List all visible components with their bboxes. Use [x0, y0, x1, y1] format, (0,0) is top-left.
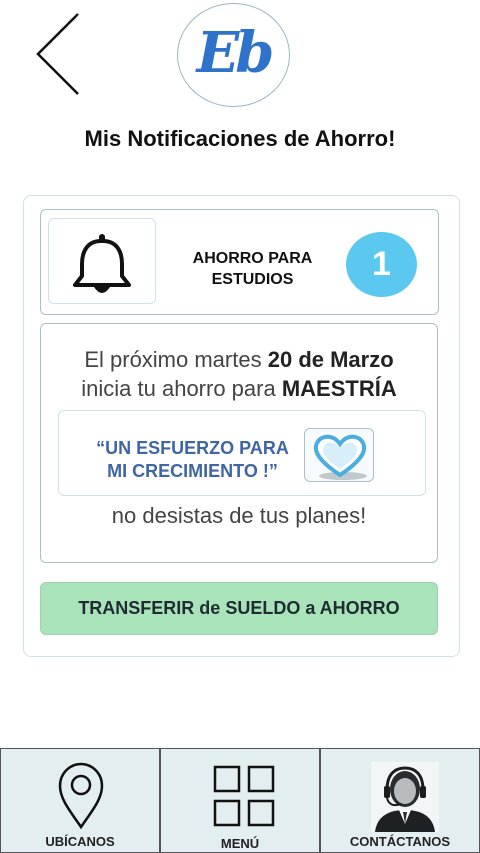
nav-label-ubicanos: UBÍCANOS [45, 834, 115, 849]
brand-logo: Eb [177, 3, 290, 107]
back-button[interactable] [30, 10, 90, 100]
chevron-left-icon [36, 13, 79, 95]
category-line-2: ESTUDIOS [211, 271, 294, 288]
category-line-1: AHORRO PARA [192, 250, 313, 267]
nav-item-contactanos[interactable]: CONTÁCTANOS [320, 748, 480, 853]
nav-label-menu: MENÚ [220, 836, 260, 851]
message-goal-prefix: inicia tu ahorro para [81, 376, 276, 401]
grid-menu-icon [213, 765, 275, 827]
message-line-1: El próximo martes 20 de Marzo [40, 347, 438, 373]
logo-text: Eb [196, 20, 275, 86]
closing-message: no desistas de tus planes! [111, 503, 367, 528]
message-goal: MAESTRÍA [281, 376, 397, 401]
notification-category: AHORRO PARA ESTUDIOS [180, 248, 325, 290]
transfer-salary-to-savings-button[interactable]: TRANSFERIR de SUELDO a AHORRO [40, 582, 438, 635]
support-agent-icon [371, 762, 439, 832]
message-date-prefix: El próximo martes [84, 347, 262, 372]
notification-count-badge: 1 [346, 232, 417, 297]
notification-bell-button[interactable] [48, 218, 156, 304]
bottom-navigation: UBÍCANOS MENÚ CONTÁCTANOS [0, 748, 480, 853]
nav-item-menu[interactable]: MENÚ [160, 748, 320, 853]
heart-icon-box [304, 428, 374, 482]
heart-icon [313, 434, 367, 480]
message-line-2: inicia tu ahorro para MAESTRÍA [40, 376, 438, 402]
motivational-quote: “UN ESFUERZO PARA MI CRECIMIENTO !” [85, 437, 300, 483]
location-pin-icon [58, 762, 104, 830]
page-title: Mis Notificaciones de Ahorro! [84, 126, 396, 151]
quote-line-1: “UN ESFUERZO PARA [96, 438, 289, 458]
bell-icon [73, 234, 131, 293]
message-date: 20 de Marzo [267, 347, 394, 372]
nav-label-contactanos: CONTÁCTANOS [349, 834, 451, 849]
quote-line-2: MI CRECIMIENTO !” [107, 461, 278, 481]
nav-item-ubicanos[interactable]: UBÍCANOS [0, 748, 160, 853]
